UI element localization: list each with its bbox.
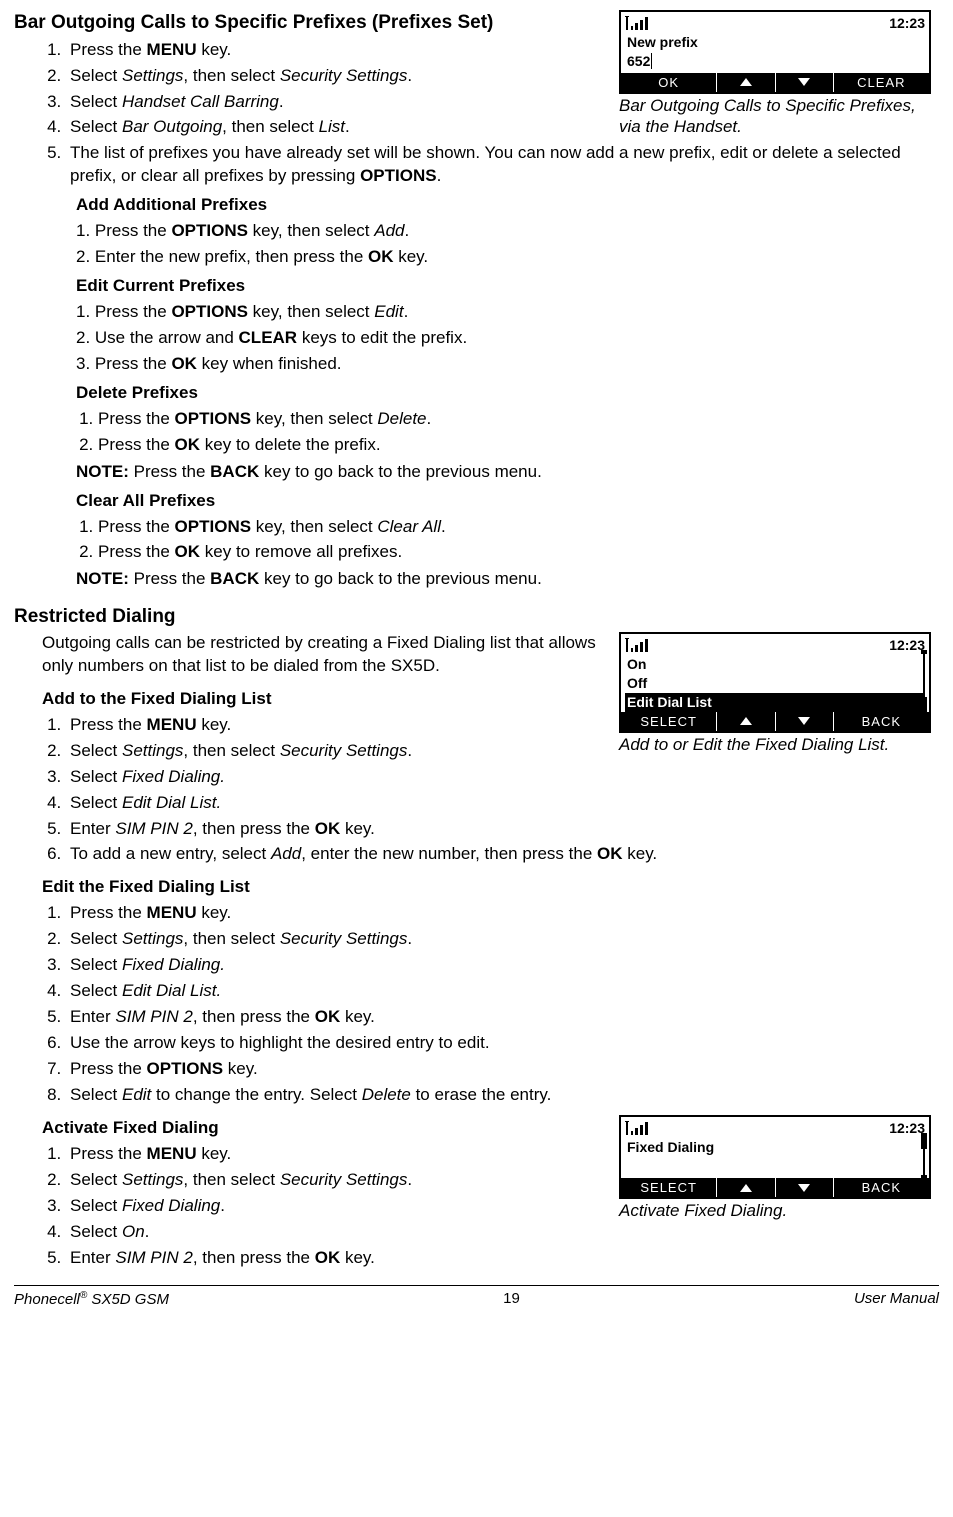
delete-prefixes-list: Press the OPTIONS key, then select Delet… bbox=[76, 408, 939, 457]
edit-fixed-5: Enter SIM PIN 2, then press the OK key. bbox=[66, 1006, 939, 1029]
add-prefixes-2: 2. Enter the new prefix, then press the … bbox=[76, 246, 939, 269]
screen2-row-edit-selected: Edit Dial List bbox=[625, 693, 925, 712]
screen3-row-1: Fixed Dialing bbox=[625, 1138, 925, 1157]
screen1-line2: 652 bbox=[625, 52, 925, 71]
section-2-title: Restricted Dialing bbox=[14, 604, 939, 630]
clock-text: 12:23 bbox=[889, 636, 925, 655]
add-fixed-3: Select Fixed Dialing. bbox=[66, 766, 939, 789]
delete-prefixes-1: Press the OPTIONS key, then select Delet… bbox=[98, 408, 939, 431]
screen2-row-off: Off bbox=[625, 674, 925, 693]
clear-prefixes-2: Press the OK key to remove all prefixes. bbox=[98, 541, 939, 564]
edit-prefixes-2: 2. Use the arrow and CLEAR keys to edit … bbox=[76, 327, 939, 350]
edit-fixed-title: Edit the Fixed Dialing List bbox=[42, 876, 939, 899]
softkey-up[interactable] bbox=[717, 712, 775, 732]
footer-left: Phonecell® SX5D GSM bbox=[14, 1289, 169, 1310]
add-fixed-5: Enter SIM PIN 2, then press the OK key. bbox=[66, 818, 939, 841]
add-prefixes-1: 1. Press the OPTIONS key, then select Ad… bbox=[76, 220, 939, 243]
softkey-up[interactable] bbox=[717, 1178, 775, 1198]
edit-fixed-4: Select Edit Dial List. bbox=[66, 980, 939, 1003]
softkey-down[interactable] bbox=[776, 1178, 834, 1198]
clock-text: 12:23 bbox=[889, 1119, 925, 1138]
footer-page-number: 19 bbox=[503, 1289, 520, 1310]
edit-fixed-7: Press the OPTIONS key. bbox=[66, 1058, 939, 1081]
signal-icon bbox=[625, 1121, 653, 1135]
figure-2-block: 12:23 On Off Edit Dial List SELECT BACK … bbox=[619, 632, 939, 756]
clear-prefixes-title: Clear All Prefixes bbox=[76, 490, 939, 513]
delete-prefixes-title: Delete Prefixes bbox=[76, 382, 939, 405]
edit-fixed-6: Use the arrow keys to highlight the desi… bbox=[66, 1032, 939, 1055]
restricted-intro: Outgoing calls can be restricted by crea… bbox=[42, 632, 632, 678]
softkey-back[interactable]: BACK bbox=[834, 712, 929, 732]
softkey-up[interactable] bbox=[717, 73, 775, 93]
figure-3-block: 12:23 Fixed Dialing SELECT BACK Activate… bbox=[619, 1115, 939, 1222]
clear-prefixes-1: Press the OPTIONS key, then select Clear… bbox=[98, 516, 939, 539]
softkey-down[interactable] bbox=[776, 712, 834, 732]
edit-prefixes-1: 1. Press the OPTIONS key, then select Ed… bbox=[76, 301, 939, 324]
delete-prefixes-note: NOTE: Press the BACK key to go back to t… bbox=[76, 461, 939, 484]
clear-prefixes-note: NOTE: Press the BACK key to go back to t… bbox=[76, 568, 939, 591]
edit-fixed-8: Select Edit to change the entry. Select … bbox=[66, 1084, 939, 1107]
add-prefixes-title: Add Additional Prefixes bbox=[76, 194, 939, 217]
figure-3-caption: Activate Fixed Dialing. bbox=[619, 1201, 939, 1221]
edit-fixed-1: Press the MENU key. bbox=[66, 902, 939, 925]
figure-1-caption: Bar Outgoing Calls to Specific Prefixes,… bbox=[619, 96, 939, 137]
handset-screen-1: 12:23 New prefix 652 OK CLEAR bbox=[619, 10, 931, 94]
softkey-back[interactable]: BACK bbox=[834, 1178, 929, 1198]
add-fixed-4: Select Edit Dial List. bbox=[66, 792, 939, 815]
softkey-select[interactable]: SELECT bbox=[621, 712, 717, 732]
signal-icon bbox=[625, 638, 653, 652]
clear-prefixes-list: Press the OPTIONS key, then select Clear… bbox=[76, 516, 939, 565]
footer-divider bbox=[14, 1285, 939, 1286]
screen1-line1: New prefix bbox=[625, 33, 925, 52]
page-footer: Phonecell® SX5D GSM 19 User Manual bbox=[14, 1289, 939, 1310]
figure-2-caption: Add to or Edit the Fixed Dialing List. bbox=[619, 735, 939, 755]
softkey-ok[interactable]: OK bbox=[621, 73, 717, 93]
activate-fixed-4: Select On. bbox=[66, 1221, 939, 1244]
handset-screen-2: 12:23 On Off Edit Dial List SELECT BACK bbox=[619, 632, 931, 733]
scrollbar bbox=[921, 650, 927, 713]
step-5: The list of prefixes you have already se… bbox=[66, 142, 939, 188]
screen2-row-on: On bbox=[625, 655, 925, 674]
handset-screen-3: 12:23 Fixed Dialing SELECT BACK bbox=[619, 1115, 931, 1199]
edit-prefixes-title: Edit Current Prefixes bbox=[76, 275, 939, 298]
activate-fixed-5: Enter SIM PIN 2, then press the OK key. bbox=[66, 1247, 939, 1270]
scrollbar bbox=[921, 1133, 927, 1179]
add-fixed-6: To add a new entry, select Add, enter th… bbox=[66, 843, 939, 866]
edit-fixed-3: Select Fixed Dialing. bbox=[66, 954, 939, 977]
clock-text: 12:23 bbox=[889, 14, 925, 33]
edit-fixed-2: Select Settings, then select Security Se… bbox=[66, 928, 939, 951]
delete-prefixes-2: Press the OK key to delete the prefix. bbox=[98, 434, 939, 457]
softkey-down[interactable] bbox=[776, 73, 834, 93]
footer-right: User Manual bbox=[854, 1289, 939, 1310]
softkey-select[interactable]: SELECT bbox=[621, 1178, 717, 1198]
signal-icon bbox=[625, 16, 653, 30]
edit-prefixes-3: 3. Press the OK key when finished. bbox=[76, 353, 939, 376]
softkey-clear[interactable]: CLEAR bbox=[834, 73, 929, 93]
edit-fixed-list: Press the MENU key. Select Settings, the… bbox=[42, 902, 939, 1107]
figure-1-block: 12:23 New prefix 652 OK CLEAR Bar Outgoi… bbox=[619, 10, 939, 137]
